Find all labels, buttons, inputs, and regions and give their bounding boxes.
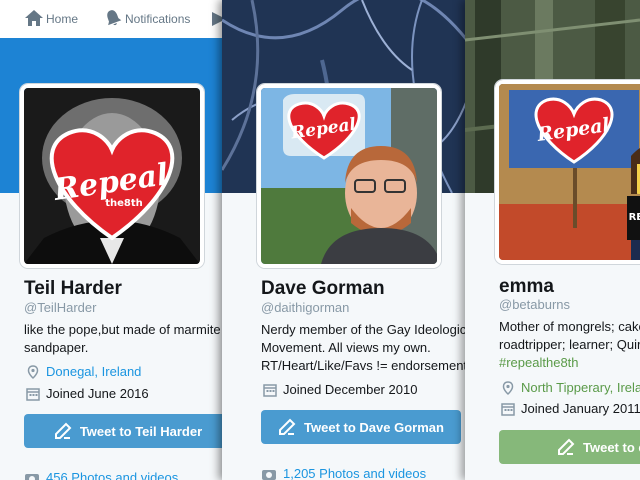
profile-bio-line: Mother of mongrels; cake [499, 319, 640, 334]
profile-joined: Joined June 2016 [26, 386, 149, 401]
profile-joined: Joined January 2011 [501, 401, 640, 416]
location-text[interactable]: North Tipperary, Irela [521, 380, 640, 395]
repeal-logo-subtext: the8th [105, 198, 143, 209]
profile-name[interactable]: Dave Gorman [261, 278, 385, 300]
tweet-to-button[interactable]: Tweet to Dave Gorman [261, 410, 461, 444]
profile-card-teil-harder: Home Notifications Repeal the8th Teil Ha… [0, 0, 225, 480]
profile-card-dave-gorman: Repeal Dave Gorman @daithigorman Nerdy m… [222, 0, 467, 480]
calendar-icon [501, 402, 515, 416]
profile-location[interactable]: Donegal, Ireland [26, 364, 141, 379]
profile-handle[interactable]: @TeilHarder [24, 300, 96, 315]
compose-icon [54, 422, 72, 439]
profile-bio-line: sandpaper. [24, 340, 89, 355]
location-text[interactable]: Donegal, Ireland [46, 364, 141, 379]
profile-bio-line: like the pope,but made of marmite a [24, 322, 225, 337]
profile-bio-line: RT/Heart/Like/Favs != endorsement [261, 358, 467, 373]
top-nav: Home Notifications [0, 0, 225, 39]
nav-notifications-link[interactable]: Notifications [125, 12, 190, 26]
tweet-to-button[interactable]: Tweet to e [499, 430, 640, 464]
profile-name[interactable]: Teil Harder [24, 278, 122, 300]
location-pin-icon [502, 380, 514, 395]
calendar-icon [26, 387, 40, 401]
profile-avatar[interactable]: Repeal [257, 84, 441, 268]
hashtag-link[interactable]: #repealthe8th [499, 353, 579, 373]
profile-joined: Joined December 2010 [263, 382, 417, 397]
photos-link[interactable]: 1,205 Photos and videos [261, 466, 426, 480]
profile-bio-line: Nerdy member of the Gay Ideological [261, 322, 467, 337]
photos-link-text[interactable]: 1,205 Photos and videos [283, 466, 426, 480]
profile-avatar[interactable]: Repeal REPEAL [495, 80, 640, 264]
nav-home-link[interactable]: Home [46, 12, 78, 26]
camera-icon [262, 469, 276, 480]
home-icon[interactable] [24, 9, 44, 27]
profile-handle[interactable]: @daithigorman [261, 300, 349, 315]
figure-shirt-text: REPEAL [629, 212, 640, 223]
joined-text: Joined January 2011 [521, 401, 640, 416]
joined-text: Joined June 2016 [46, 386, 149, 401]
tweet-to-button-label: Tweet to Dave Gorman [304, 419, 444, 435]
joined-text: Joined December 2010 [283, 382, 418, 397]
profile-card-emma: Repeal REPEAL emma @betaburns Mother of … [465, 0, 640, 480]
photos-link[interactable]: 456 Photos and videos [24, 470, 178, 480]
tweet-to-button-label: Tweet to Teil Harder [79, 423, 203, 439]
profile-avatar[interactable]: Repeal the8th [20, 84, 204, 268]
profile-name[interactable]: emma [499, 276, 554, 298]
bell-icon[interactable] [104, 9, 122, 27]
compose-icon [279, 418, 296, 435]
profile-bio-line: roadtripper; learner; Quirk [499, 337, 640, 352]
tweet-to-button[interactable]: Tweet to Teil Harder [24, 414, 225, 448]
profile-location[interactable]: North Tipperary, Irela [501, 380, 640, 395]
compose-icon [558, 438, 575, 455]
photos-link-text[interactable]: 456 Photos and videos [46, 470, 178, 480]
calendar-icon [263, 383, 277, 397]
tweet-to-button-label: Tweet to e [583, 439, 640, 455]
profile-handle[interactable]: @betaburns [499, 297, 570, 312]
location-pin-icon [27, 364, 39, 379]
camera-icon [25, 473, 39, 480]
profile-bio-line: Movement. All views my own. [261, 340, 431, 355]
